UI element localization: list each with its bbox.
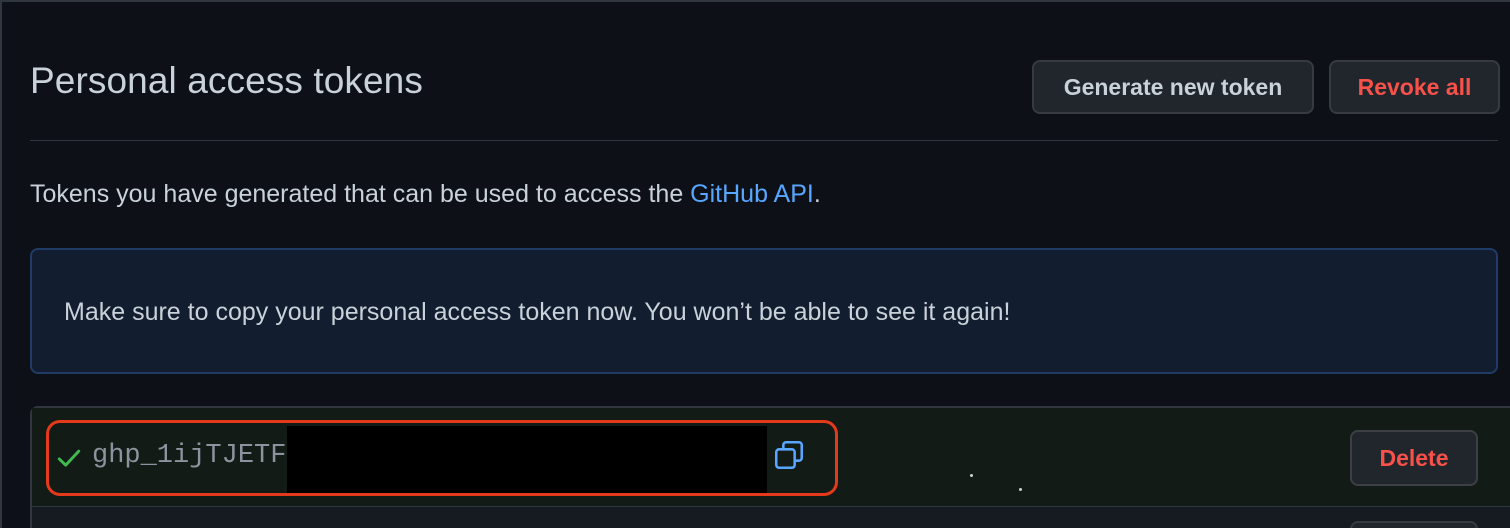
delete-token-button[interactable]: Delete bbox=[1350, 430, 1478, 486]
check-icon bbox=[57, 449, 81, 467]
page-title: Personal access tokens bbox=[30, 60, 423, 101]
stray-dot bbox=[970, 474, 973, 477]
copy-token-notice: Make sure to copy your personal access t… bbox=[30, 248, 1498, 374]
github-api-link[interactable]: GitHub API bbox=[690, 180, 814, 208]
stray-dot bbox=[1019, 488, 1022, 491]
token-row bbox=[32, 507, 1510, 528]
tokens-description: Tokens you have generated that can be us… bbox=[30, 180, 821, 209]
token-redaction bbox=[287, 426, 767, 494]
token-value[interactable]: ghp_1ijTJETF bbox=[92, 441, 286, 471]
token-list: ghp_1ijTJETF Delete bbox=[30, 406, 1510, 528]
description-suffix: . bbox=[813, 180, 821, 208]
revoke-all-button[interactable]: Revoke all bbox=[1329, 60, 1500, 114]
page-header: Personal access tokens Generate new toke… bbox=[30, 52, 1500, 141]
copy-icon[interactable] bbox=[772, 438, 806, 472]
description-prefix: Tokens you have generated that can be us… bbox=[30, 180, 691, 208]
token-row: ghp_1ijTJETF Delete bbox=[32, 408, 1510, 507]
generate-new-token-button[interactable]: Generate new token bbox=[1032, 60, 1314, 114]
next-delete-button[interactable] bbox=[1350, 521, 1478, 528]
copy-token-notice-text: Make sure to copy your personal access t… bbox=[64, 298, 1011, 326]
settings-page: Personal access tokens Generate new toke… bbox=[0, 0, 1510, 528]
